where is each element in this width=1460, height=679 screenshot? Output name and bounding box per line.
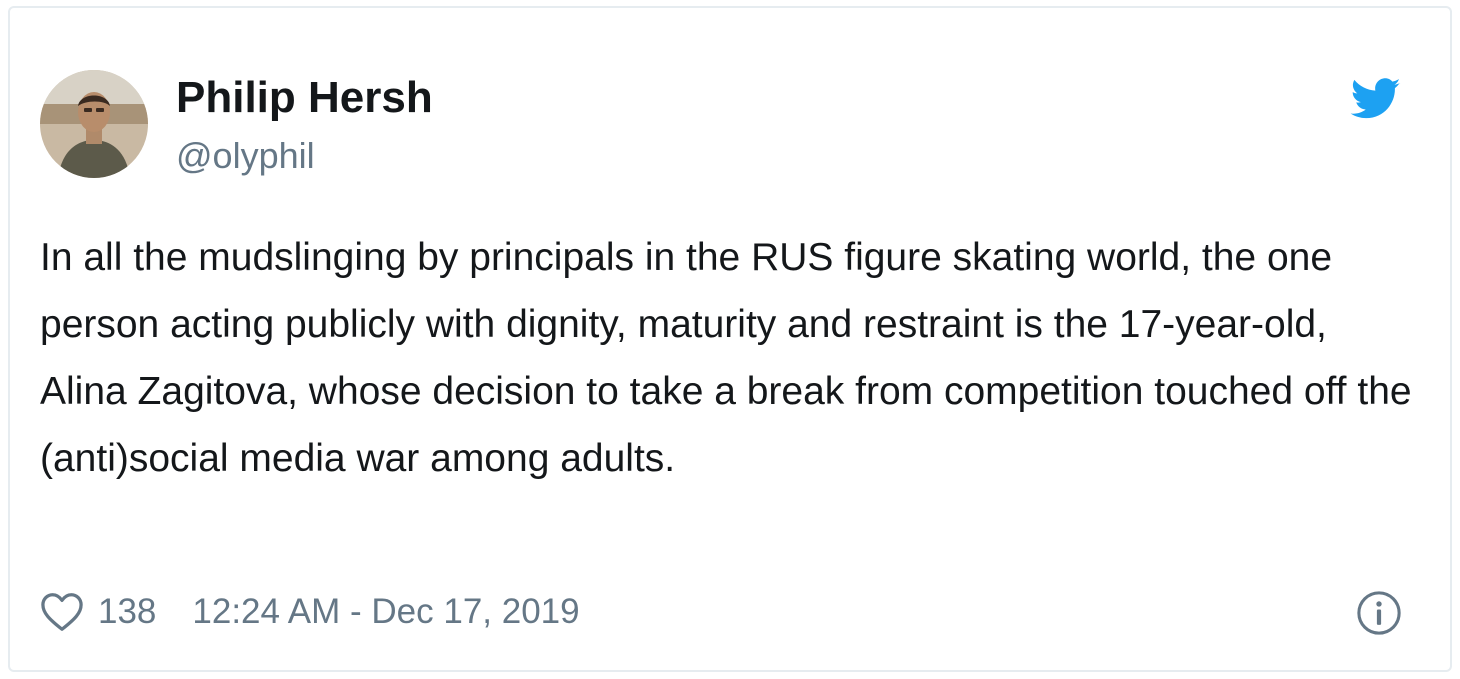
avatar[interactable] bbox=[40, 70, 148, 178]
heart-icon[interactable] bbox=[40, 592, 84, 632]
like-count[interactable]: 138 bbox=[98, 592, 156, 632]
avatar-photo bbox=[40, 70, 148, 178]
tweet-footer: 138 12:24 AM - Dec 17, 2019 bbox=[40, 582, 580, 642]
info-icon[interactable] bbox=[1356, 590, 1402, 636]
tweet-text: In all the mudslinging by principals in … bbox=[40, 236, 1412, 480]
tweet-timestamp[interactable]: 12:24 AM - Dec 17, 2019 bbox=[192, 592, 579, 632]
tweet-card: Philip Hersh @olyphil In all the mudslin… bbox=[8, 6, 1452, 672]
author-name[interactable]: Philip Hersh bbox=[176, 70, 433, 126]
twitter-bird-icon[interactable] bbox=[1350, 78, 1402, 120]
author-handle[interactable]: @olyphil bbox=[176, 134, 315, 178]
